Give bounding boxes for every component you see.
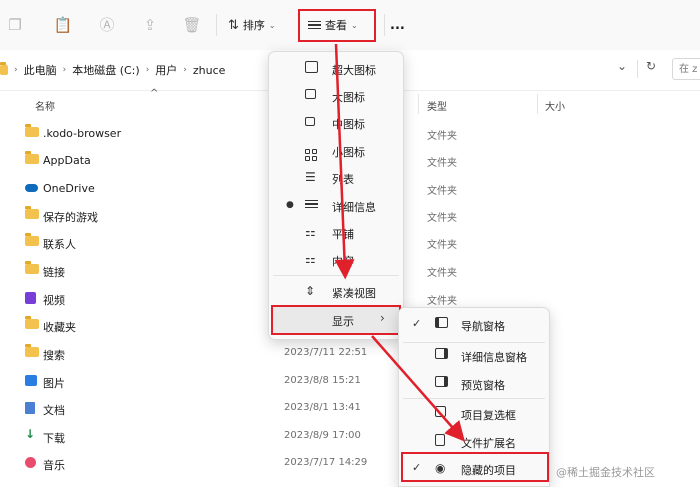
annotation-arrows bbox=[334, 43, 465, 442]
arrow-show-to-hidden bbox=[371, 335, 465, 442]
watermark: @稀土掘金技术社区 bbox=[556, 466, 655, 479]
arrow-view-to-show bbox=[334, 43, 355, 280]
